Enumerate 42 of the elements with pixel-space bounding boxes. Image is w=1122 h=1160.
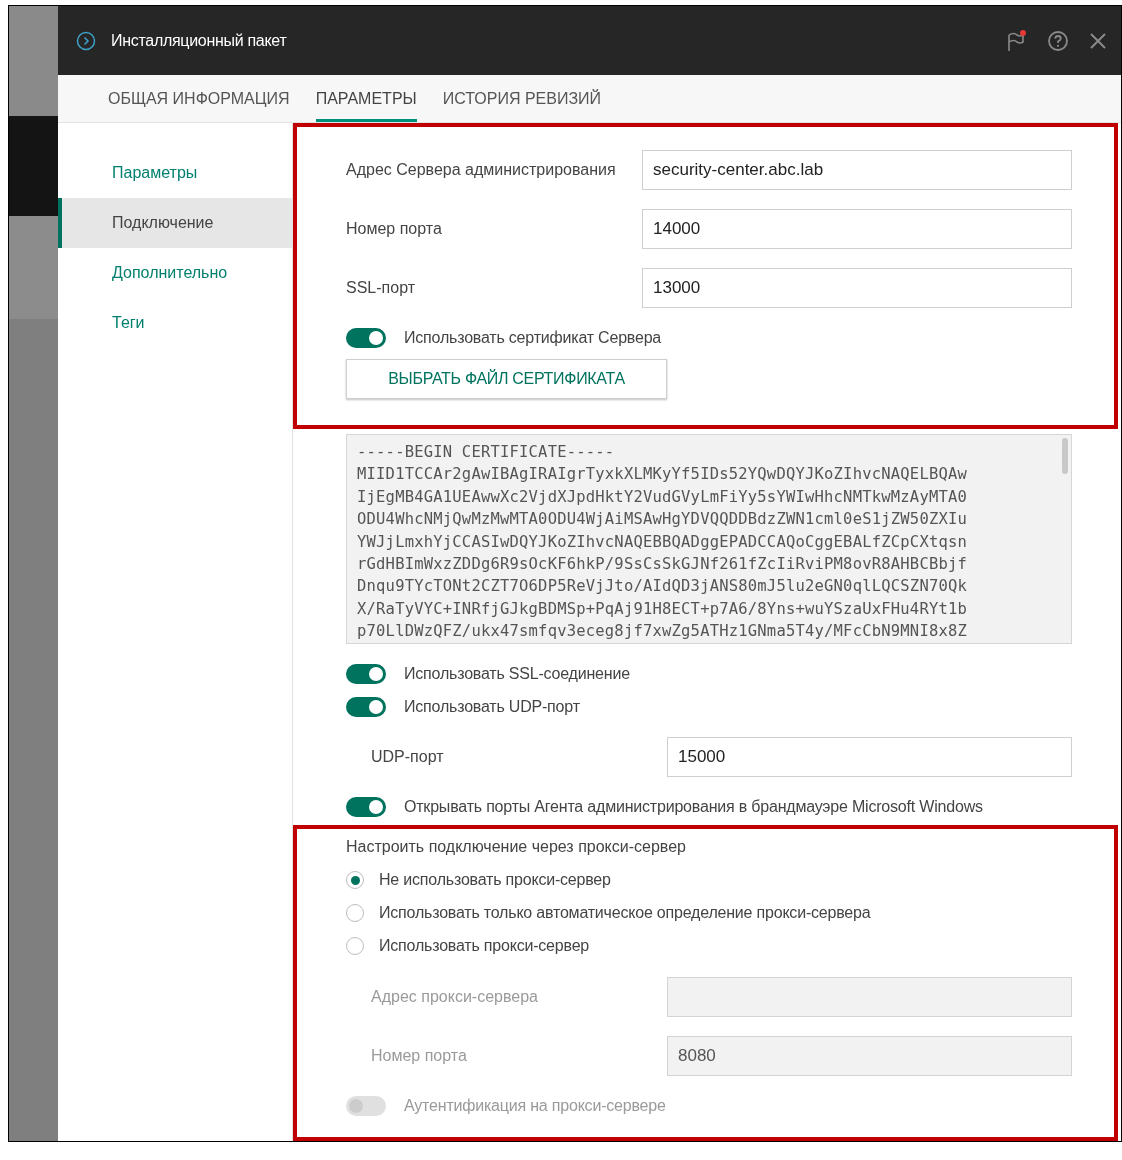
- sidebar-item[interactable]: Подключение: [58, 198, 292, 248]
- help-icon[interactable]: [1047, 29, 1069, 52]
- field-label: Номер порта: [346, 219, 443, 239]
- radio-button[interactable]: [346, 937, 364, 955]
- field-label: Номер порта: [371, 1046, 468, 1066]
- tab[interactable]: ПАРАМЕТРЫ: [315, 75, 417, 122]
- input-field[interactable]: 13000: [642, 268, 1072, 308]
- certificate-text: -----BEGIN CERTIFICATE----- MIID1TCCAr2gAwIBAgIRAIgrTyxkXLMKyYf5IDs52YQwDQYJKoZIhvcNAQELBQAw IjEgMB4GA1UEAwwXc2VjdXJpdHktY2VudGVyLmFiYy5sYWIwHhcNMTkwMzAyMTA0 ODU4WhcNMjQwMzMwMTA0ODU4WjAiMSAwHgYDVQQDDBdzZWN1cml0eS1jZW50ZXIu YWJjLmxhYjCCASIwDQYJKoZIhvcNAQEBBQADggEPADCCAQoCggEBALfZCpCXtqsn rGdHBImWxzZDDg6R9sOcKF6hkP/9SsCsSkGJNf261fZcIiRviPM8ovR8AHBCBbjf Dnqu9TYcTONt2CZT7O6DP5ReVjJto/AIdQD3jANS80mJ5lu2eGN0qlLQCSZN70Qk X/RaTyVYC+INRfjGJkgBDMSp+PqAj91H8ECT+p7A6/8Yns+wuYSzaUxFHu4RYt1b p70LlDWzQFZ/ukx47smfqv3eceg8jf7xwZg5ATHz1GNma5T4y/MFcCbN9MNI8x8Z: [357, 442, 968, 643]
- input-field[interactable]: 15000: [667, 737, 1072, 777]
- toggle-label: Использовать UDP-порт: [404, 697, 580, 717]
- toggle-switch[interactable]: [346, 328, 386, 348]
- toggle-label: Использовать сертификат Сервера: [404, 328, 662, 348]
- close-icon[interactable]: [1089, 31, 1107, 50]
- radio-button[interactable]: [346, 904, 364, 922]
- chevron-circle-icon: [76, 30, 96, 51]
- radio-button[interactable]: [346, 871, 364, 889]
- certificate-field[interactable]: [346, 434, 1072, 644]
- sidebar-item[interactable]: Параметры: [58, 148, 292, 198]
- sidebar-item[interactable]: Теги: [58, 298, 292, 348]
- field-label: Адрес Сервера администрирования: [346, 160, 617, 180]
- field-label: Адрес прокси-сервера: [371, 987, 539, 1007]
- flag-icon[interactable]: [1005, 28, 1027, 53]
- field-label: UDP-порт: [371, 747, 445, 767]
- toggle-switch[interactable]: [346, 664, 386, 684]
- field-label: SSL-порт: [346, 278, 416, 298]
- tab[interactable]: ОБЩАЯ ИНФОРМАЦИЯ: [108, 75, 290, 122]
- toggle-switch[interactable]: [346, 697, 386, 717]
- toggle-label: Использовать SSL-соединение: [404, 664, 630, 684]
- toggle-label: Открывать порты Агента администрирования в брандмауэре Microsoft Windows: [404, 797, 983, 817]
- tab[interactable]: ИСТОРИЯ РЕВИЗИЙ: [442, 75, 602, 122]
- window-title: Инсталляционный пакет: [111, 30, 287, 51]
- scrollbar[interactable]: [1062, 438, 1068, 474]
- sidebar-item[interactable]: Дополнительно: [58, 248, 292, 298]
- radio-label: Использовать только автоматическое определение прокси-сервера: [379, 903, 871, 923]
- toggle-switch[interactable]: [346, 797, 386, 817]
- section-heading: Настроить подключение через прокси-сервер: [346, 837, 687, 857]
- select-file-button[interactable]: ВЫБРАТЬ ФАЙЛ СЕРТИФИКАТА: [346, 359, 667, 399]
- toggle-label: Аутентификация на прокси-сервере: [404, 1096, 666, 1116]
- input-field[interactable]: 14000: [642, 209, 1072, 249]
- radio-label: Не использовать прокси-сервер: [379, 870, 611, 890]
- input-field[interactable]: security-center.abc.lab: [642, 150, 1072, 190]
- radio-label: Использовать прокси-сервер: [379, 936, 590, 956]
